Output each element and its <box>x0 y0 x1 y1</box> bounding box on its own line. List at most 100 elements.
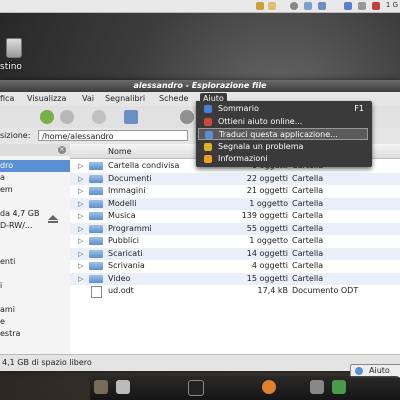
back-icon[interactable] <box>40 110 54 124</box>
table-row[interactable]: ▷ Musica 139 oggetti Cartella <box>70 210 400 222</box>
file-size: 21 oggetti <box>246 186 288 195</box>
app-icon[interactable] <box>116 380 130 394</box>
file-name: Cartella condivisa <box>108 161 180 170</box>
folder-icon <box>89 199 103 208</box>
expander-icon[interactable]: ▷ <box>78 260 83 272</box>
search-icon[interactable] <box>180 110 194 124</box>
file-name: Scaricati <box>108 248 143 258</box>
file-size: 1 oggetto <box>249 198 288 208</box>
file-name: Video <box>108 273 131 283</box>
file-size: 17,4 kB <box>257 286 288 295</box>
help-menu-dropdown: Sommario F1 Ottieni aiuto online... Traduci… <box>196 101 372 167</box>
sidebar-item-desktop2[interactable]: estra <box>0 328 70 340</box>
table-row[interactable]: ▷ Pubblici 1 oggetto Cartella <box>70 235 400 247</box>
table-row[interactable]: ▷ Immagini 21 oggetti Cartella <box>70 185 400 197</box>
expander-icon[interactable]: ▷ <box>78 198 83 210</box>
location-input[interactable]: /home/alessandro <box>38 130 188 141</box>
table-row[interactable]: ▷ Documenti 22 oggetti Cartella <box>70 172 400 185</box>
folder-icon <box>89 224 103 233</box>
file-name: Immagini <box>108 186 146 195</box>
expander-icon[interactable]: ▷ <box>78 248 83 260</box>
sidebar-item-volume[interactable]: da 4,7 GB <box>0 208 70 220</box>
eject-icon[interactable] <box>48 215 58 223</box>
sidebar-header: × <box>0 144 70 156</box>
expander-icon[interactable]: ▷ <box>78 210 83 222</box>
stop-icon[interactable] <box>92 110 106 124</box>
file-size: 22 oggetti <box>246 173 288 183</box>
expander-icon[interactable]: ▷ <box>78 160 83 172</box>
help-menu-item[interactable]: Segnala un problema <box>198 141 368 153</box>
table-row[interactable]: ▷ Modelli 1 oggetto Cartella <box>70 197 400 210</box>
table-row[interactable]: ud.odt 17,4 kB Documento ODT <box>70 285 400 298</box>
help-icon <box>355 367 363 375</box>
sidebar-item-desktop[interactable]: a <box>0 172 70 184</box>
trash-icon <box>6 38 22 58</box>
trash-label: stino <box>0 62 22 72</box>
sidebar: × dro a em da 4,7 GB D-RW/... enti i ami… <box>0 144 71 354</box>
bluetooth-icon[interactable] <box>344 2 352 10</box>
app-icon[interactable] <box>94 380 108 394</box>
close-icon[interactable]: × <box>58 146 66 154</box>
folder-icon[interactable] <box>268 2 276 10</box>
sidebar-item-images[interactable]: i <box>0 280 70 292</box>
home-icon[interactable] <box>256 2 264 10</box>
help-menu-item[interactable]: Ottieni aiuto online... <box>198 116 368 128</box>
file-name: Musica <box>108 211 136 220</box>
expander-icon[interactable]: ▷ <box>78 173 83 185</box>
table-row[interactable]: ▷ Programmi 55 oggetti Cartella <box>70 222 400 235</box>
display-icon[interactable] <box>318 2 326 10</box>
sidebar-item-dvd[interactable]: D-RW/... <box>0 220 70 232</box>
power-icon[interactable] <box>372 2 380 10</box>
online-help-icon <box>204 117 212 126</box>
file-size: 15 oggetti <box>246 273 288 283</box>
home-icon[interactable] <box>124 110 138 124</box>
search-icon[interactable] <box>290 2 298 10</box>
help-menu-item[interactable]: Traduci questa applicazione... <box>198 128 368 140</box>
expander-icon[interactable]: ▷ <box>78 235 83 247</box>
file-type: Cartella <box>292 261 324 270</box>
expander-icon[interactable]: ▷ <box>78 223 83 235</box>
file-size: 139 oggetti <box>241 211 288 220</box>
folder-icon <box>89 237 103 245</box>
table-row[interactable]: ▷ Scaricati 14 oggetti Cartella <box>70 247 400 260</box>
browser-icon[interactable] <box>262 380 276 394</box>
help-menu-shortcut: F1 <box>354 104 364 113</box>
folder-icon <box>89 162 103 170</box>
help-menu-item[interactable]: Sommario F1 <box>198 103 368 115</box>
sidebar-item-programs[interactable]: ami <box>0 304 70 316</box>
expander-icon[interactable]: ▷ <box>78 185 83 197</box>
app-icon[interactable] <box>332 380 346 394</box>
help-menu-label: Sommario <box>218 104 259 113</box>
app-icon[interactable] <box>310 380 324 394</box>
mail-icon[interactable] <box>358 2 366 10</box>
menu-vai[interactable]: Vai <box>82 94 94 103</box>
help-menu-item[interactable]: Informazioni <box>198 153 368 165</box>
table-row[interactable]: ▷ Video 15 oggetti Cartella <box>70 272 400 285</box>
sidebar-item-filesystem[interactable]: em <box>0 184 70 196</box>
sidebar-item-home[interactable]: dro <box>0 160 70 172</box>
column-name[interactable]: Nome <box>108 147 132 156</box>
file-type: Cartella <box>292 211 324 220</box>
menu-schede[interactable]: Schede <box>159 94 188 103</box>
menu-visualizza[interactable]: Visualizza <box>27 94 66 103</box>
network-icon[interactable] <box>304 2 312 10</box>
free-space-status: 4,1 GB di spazio libero <box>2 358 92 367</box>
file-name: Modelli <box>108 198 137 208</box>
dock <box>90 376 400 400</box>
menu-modifica[interactable]: fica <box>0 94 14 103</box>
forward-icon[interactable] <box>60 110 74 124</box>
sidebar-item-documents[interactable]: enti <box>0 256 70 268</box>
expander-icon[interactable]: ▷ <box>78 273 83 285</box>
menu-segnalibri[interactable]: Segnalibri <box>105 94 145 103</box>
file-list: Nome ▷Cartella condivisa6 oggettiCartell… <box>70 144 400 354</box>
folder-icon <box>89 174 103 183</box>
folder-icon <box>89 274 103 283</box>
bug-icon <box>204 142 212 151</box>
help-icon <box>204 105 212 113</box>
terminal-icon[interactable] <box>188 380 204 396</box>
sidebar-item-network[interactable]: e <box>0 316 70 328</box>
table-row[interactable]: ▷ Scrivania 4 oggetti Cartella <box>70 260 400 272</box>
folder-icon <box>89 249 103 258</box>
window-title[interactable]: alessandro - Esplorazione file <box>0 80 400 92</box>
file-name: Programmi <box>108 223 152 233</box>
